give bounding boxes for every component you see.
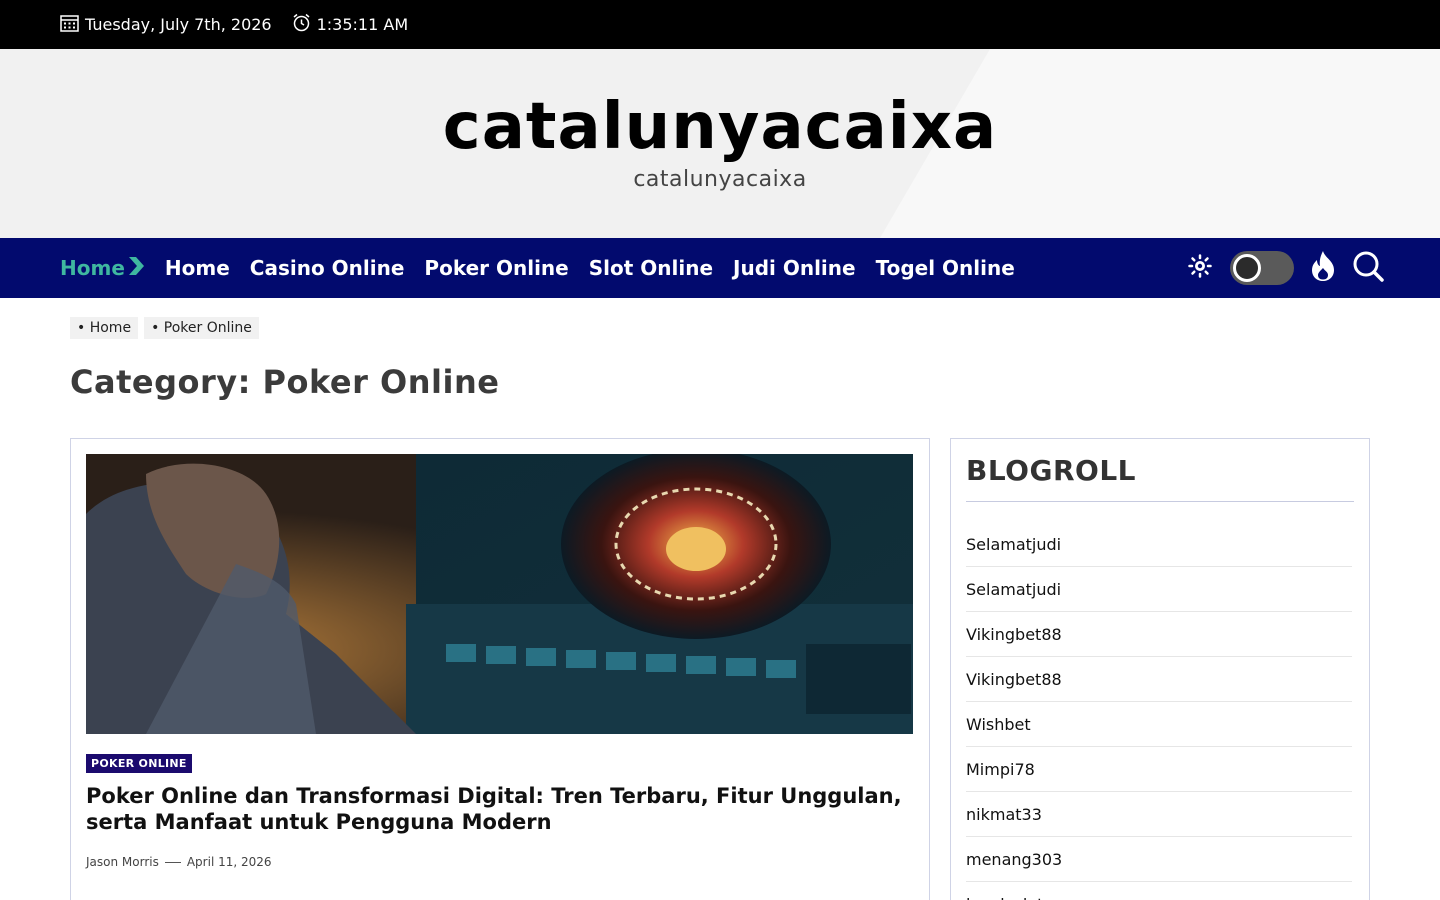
page-title: Category: Poker Online <box>70 363 500 401</box>
blogroll-link[interactable]: Selamatjudi <box>966 567 1352 612</box>
nav-item-casino-online[interactable]: Casino Online <box>250 256 405 280</box>
main-navigation: Home Home Casino Online Poker Online Slo… <box>0 238 1440 298</box>
site-title[interactable]: catalunyacaixa <box>0 49 1440 165</box>
date-display: Tuesday, July 7th, 2026 <box>60 14 272 36</box>
breadcrumb-poker-online[interactable]: • Poker Online <box>144 317 259 339</box>
meta-divider <box>164 861 181 863</box>
date-text: Tuesday, July 7th, 2026 <box>85 15 272 34</box>
post-title[interactable]: Poker Online dan Transformasi Digital: T… <box>86 783 914 835</box>
nav-item-home[interactable]: Home <box>165 256 230 280</box>
site-tagline: catalunyacaixa <box>633 167 807 192</box>
blogroll-link[interactable]: nikmat33 <box>966 792 1352 837</box>
category-badge[interactable]: POKER ONLINE <box>86 754 192 773</box>
sun-icon[interactable] <box>1188 254 1212 282</box>
blogroll-link[interactable]: menang303 <box>966 837 1352 882</box>
nav-item-home-active[interactable]: Home <box>60 256 145 281</box>
widget-title: BLOGROLL <box>966 454 1354 502</box>
flame-icon[interactable] <box>1310 250 1336 286</box>
blogroll-link[interactable]: Vikingbet88 <box>966 657 1352 702</box>
nav-item-label: Home <box>60 256 125 280</box>
alarm-clock-icon <box>292 13 317 36</box>
blogroll-link[interactable]: Vikingbet88 <box>966 612 1352 657</box>
dark-mode-toggle[interactable] <box>1230 251 1294 285</box>
post-author[interactable]: Jason Morris <box>86 855 159 869</box>
nav-item-judi-online[interactable]: Judi Online <box>733 256 856 280</box>
top-bar: Tuesday, July 7th, 2026 1:35:11 AM <box>0 0 1440 49</box>
blogroll-link[interactable]: Mimpi78 <box>966 747 1352 792</box>
blogroll-link[interactable]: Selamatjudi <box>966 522 1352 567</box>
site-header: catalunyacaixa catalunyacaixa <box>0 49 1440 238</box>
breadcrumb-home[interactable]: • Home <box>70 317 139 339</box>
search-icon[interactable] <box>1352 250 1384 286</box>
nav-item-poker-online[interactable]: Poker Online <box>424 256 568 280</box>
blogroll-link[interactable]: lapak slot <box>966 882 1352 900</box>
time-display: 1:35:11 AM <box>292 13 409 36</box>
breadcrumb: • Home • Poker Online <box>0 317 1440 339</box>
post-card: POKER ONLINE Poker Online dan Transforma… <box>70 438 930 900</box>
nav-item-togel-online[interactable]: Togel Online <box>876 256 1015 280</box>
chevron-right-icon <box>125 256 145 281</box>
post-date[interactable]: April 11, 2026 <box>187 855 272 869</box>
post-meta: Jason Morris April 11, 2026 <box>86 855 914 869</box>
calendar-icon <box>60 14 85 36</box>
sidebar-blogroll: BLOGROLL Selamatjudi Selamatjudi Vikingb… <box>950 438 1370 900</box>
nav-item-slot-online[interactable]: Slot Online <box>589 256 713 280</box>
blogroll-link[interactable]: Wishbet <box>966 702 1352 747</box>
toggle-knob <box>1233 254 1261 282</box>
post-thumbnail[interactable] <box>86 454 913 734</box>
time-text: 1:35:11 AM <box>316 15 409 34</box>
blogroll-list: Selamatjudi Selamatjudi Vikingbet88 Viki… <box>966 522 1354 900</box>
